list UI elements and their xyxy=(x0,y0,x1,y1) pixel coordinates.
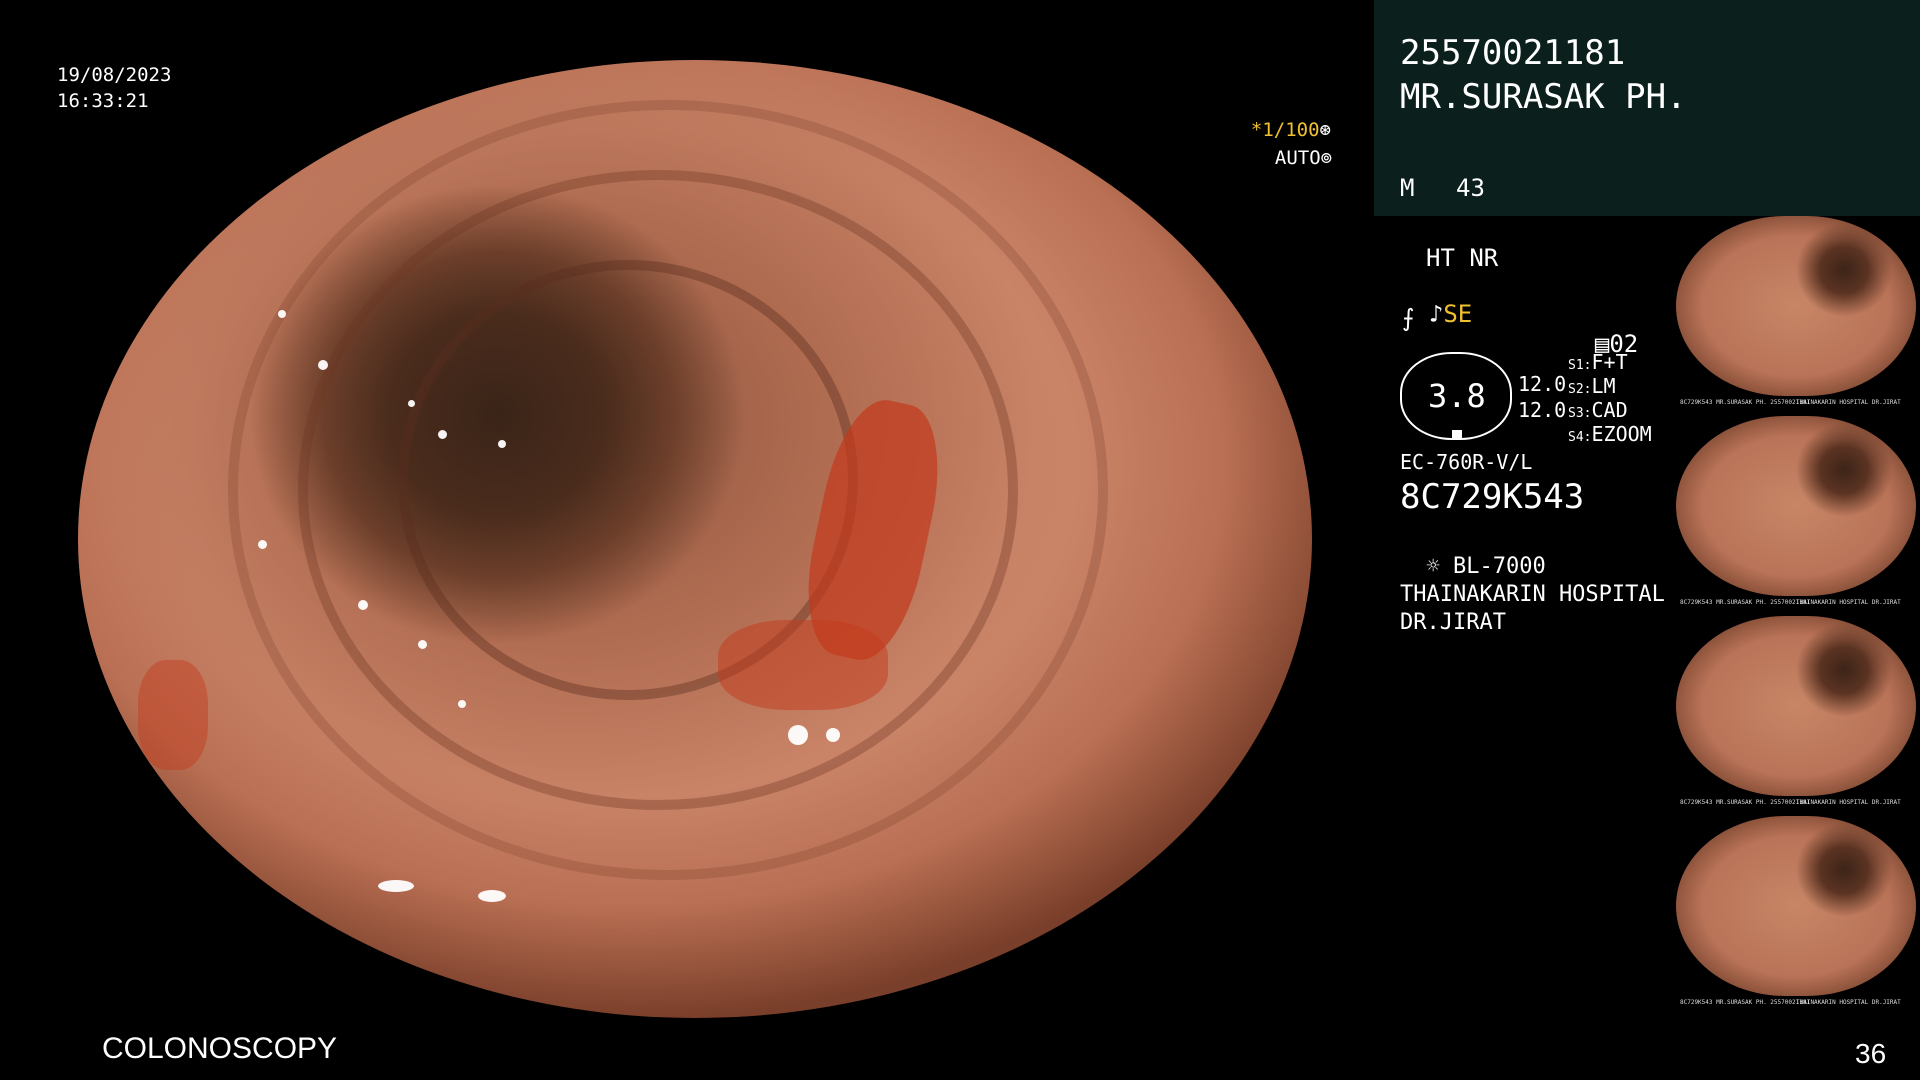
auto-icon: ⊚ xyxy=(1320,147,1333,169)
thumbnail-image xyxy=(1676,816,1916,996)
s2-key: S2: xyxy=(1568,382,1592,397)
thumbnail-3[interactable]: 8C729K543 MR.SURASAK PH. 25570021181 THA… xyxy=(1676,616,1916,808)
doctor-name: DR.JIRAT xyxy=(1400,610,1506,635)
exposure-mode-value: AUTO xyxy=(1274,147,1321,169)
scope-serial: 8C729K543 xyxy=(1400,477,1585,517)
specular-highlight xyxy=(408,400,415,407)
scope-model: EC-760R-V/L xyxy=(1400,450,1533,474)
thumbnail-image xyxy=(1676,416,1916,596)
ht-setting: HT NR xyxy=(1426,244,1499,272)
image-counter: 36 xyxy=(1855,1038,1887,1069)
specular-highlight xyxy=(318,360,328,370)
light-source: ☼ BL-7000 xyxy=(1400,534,1546,578)
s1-key: S1: xyxy=(1568,358,1592,373)
level-value: 3.8 xyxy=(1428,377,1486,415)
patient-age: 43 xyxy=(1456,174,1485,202)
thumbnail-caption: THAINAKARIN HOSPITAL DR.JIRAT xyxy=(1796,799,1901,806)
se-setting-value: SE xyxy=(1443,300,1473,328)
s1-value: F+T xyxy=(1591,350,1628,374)
date: 19/08/2023 xyxy=(57,64,172,86)
s3-setting: S3:CAD xyxy=(1568,400,1628,421)
thumbnail-caption: THAINAKARIN HOSPITAL DR.JIRAT xyxy=(1796,999,1901,1006)
s4-key: S4: xyxy=(1568,430,1592,445)
value-1: 12.0 xyxy=(1518,372,1567,396)
structure-icon: ♪ xyxy=(1428,300,1444,328)
s2-setting: S2:LM xyxy=(1568,376,1616,397)
patient-name: MR.SURASAK PH. xyxy=(1400,77,1687,117)
time: 16:33:21 xyxy=(57,90,149,112)
thumbnail-2[interactable]: 8C729K543 MR.SURASAK PH. 25570021181 THA… xyxy=(1676,416,1916,608)
thumbnail-4[interactable]: 8C729K543 MR.SURASAK PH. 25570021181 THA… xyxy=(1676,816,1916,1008)
s2-value: LM xyxy=(1591,374,1616,398)
thumbnail-caption: 8C729K543 MR.SURASAK PH. 25570021181 xyxy=(1680,799,1811,806)
s3-key: S3: xyxy=(1568,406,1592,421)
level-indicator-mark xyxy=(1452,430,1462,438)
s4-setting: S4:EZOOM xyxy=(1568,424,1652,445)
blood-mark xyxy=(138,660,208,770)
s1-setting: S1:F+T xyxy=(1568,352,1628,373)
thumbnail-image xyxy=(1676,616,1916,796)
thumbnail-caption: THAINAKARIN HOSPITAL DR.JIRAT xyxy=(1796,399,1901,406)
hospital-name: THAINAKARIN HOSPITAL xyxy=(1400,582,1665,607)
specular-highlight xyxy=(458,700,466,708)
page-indicator: ▤02 xyxy=(1566,308,1638,356)
blood-mark xyxy=(718,620,888,710)
procedure-label: COLONOSCOPY xyxy=(102,1032,338,1065)
specular-highlight xyxy=(478,890,506,902)
specular-highlight xyxy=(358,600,368,610)
specular-highlight xyxy=(826,728,840,742)
value-2: 12.0 xyxy=(1518,398,1567,422)
specular-highlight xyxy=(788,725,808,745)
exposure-mode: AUTO⊚ xyxy=(1252,130,1332,168)
specular-highlight xyxy=(498,440,506,448)
thumbnail-image xyxy=(1676,216,1916,396)
patient-sex: M xyxy=(1400,174,1415,202)
color-icon: ⨍ xyxy=(1402,304,1415,332)
endoscope-view xyxy=(78,60,1312,1018)
light-source-value: BL-7000 xyxy=(1453,554,1546,579)
thumbnail-caption: THAINAKARIN HOSPITAL DR.JIRAT xyxy=(1796,599,1901,606)
s4-value: EZOOM xyxy=(1591,422,1652,446)
thumbnail-caption: 8C729K543 MR.SURASAK PH. 25570021181 xyxy=(1680,599,1811,606)
specular-highlight xyxy=(258,540,267,549)
thumbnail-caption: 8C729K543 MR.SURASAK PH. 25570021181 xyxy=(1680,999,1811,1006)
thumbnail-caption: 8C729K543 MR.SURASAK PH. 25570021181 xyxy=(1680,399,1811,406)
specular-highlight xyxy=(408,80,468,94)
thumbnail-1[interactable]: 8C729K543 MR.SURASAK PH. 25570021181 THA… xyxy=(1676,216,1916,408)
patient-id: 25570021181 xyxy=(1400,33,1626,73)
specular-highlight xyxy=(438,430,447,439)
specular-highlight xyxy=(218,180,228,200)
specular-highlight xyxy=(418,640,427,649)
lamp-icon: ☼ xyxy=(1426,554,1440,579)
s3-value: CAD xyxy=(1591,398,1628,422)
specular-highlight xyxy=(378,880,414,892)
specular-highlight xyxy=(278,310,286,318)
